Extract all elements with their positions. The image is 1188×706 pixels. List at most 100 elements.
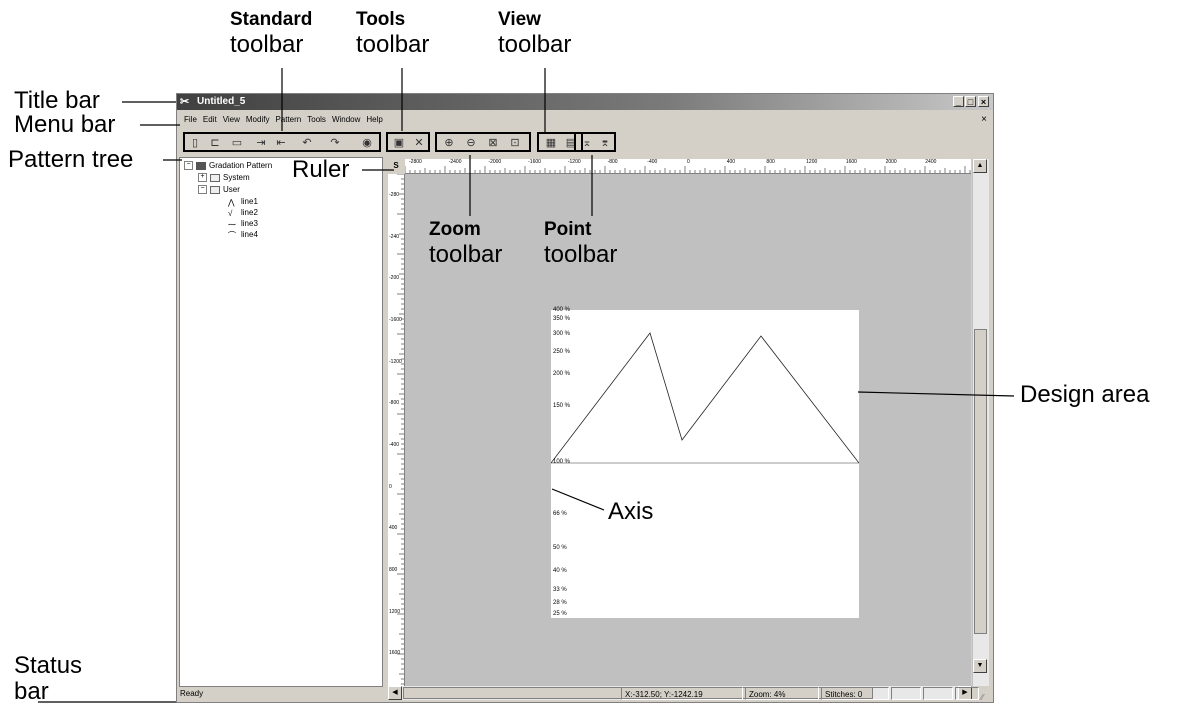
folder-icon <box>210 173 220 182</box>
delete-point-icon[interactable]: ⌆ <box>597 136 613 150</box>
line-shape-icon: √ <box>228 208 233 218</box>
callout-bold: Point <box>544 219 592 240</box>
callout-sub: toolbar <box>356 31 430 58</box>
view-toolbar-callout: View toolbar <box>498 8 571 58</box>
menu-edit[interactable]: Edit <box>200 111 220 129</box>
new-icon[interactable]: ▯ <box>187 136 203 150</box>
ruler-callout: Ruler <box>292 156 350 183</box>
app-window: ✂ Untitled_5 _ □ × File Edit View Modify Pat… <box>176 93 994 703</box>
menu-window[interactable]: Window <box>329 111 363 129</box>
axis-percent-label: 200 % <box>553 371 571 377</box>
scroll-up-icon[interactable]: ▲ <box>973 159 987 173</box>
zoom-page-icon[interactable]: ⊡ <box>507 136 523 150</box>
callout-bold: View <box>498 9 541 30</box>
axis-percent-label: 300 % <box>553 331 571 337</box>
tree-node-user[interactable]: − User <box>198 185 240 195</box>
axis-percent-label: 40 % <box>553 568 567 574</box>
tree-node-line1[interactable]: ⋀ line1 <box>228 197 258 207</box>
minimize-button[interactable]: _ <box>953 96 964 107</box>
pattern-icon <box>196 161 206 170</box>
export-icon[interactable]: ⇤ <box>273 136 289 150</box>
axis-callout: Axis <box>608 498 654 525</box>
callout-sub: toolbar <box>498 31 572 58</box>
axis-percent-label: 400 % <box>553 307 571 313</box>
pattern-canvas[interactable]: 400 % 350 % 300 % 250 % 200 % 150 % 100 % 66 % 5… <box>551 307 859 618</box>
collapse-icon[interactable]: − <box>198 185 207 195</box>
axis-percent-label: 100 % <box>553 459 571 465</box>
axis-percent-label: 250 % <box>553 349 571 355</box>
zoom-in-icon[interactable]: ⊕ <box>441 136 457 150</box>
status-field-empty <box>891 687 921 700</box>
axis-percent-label: 150 % <box>553 403 571 409</box>
callout-bold: Tools <box>356 9 406 30</box>
menu-help[interactable]: Help <box>363 111 385 129</box>
menu-file[interactable]: File <box>181 111 200 129</box>
design-area-callout: Design area <box>1020 381 1150 408</box>
ruler-corner[interactable]: S <box>388 159 404 173</box>
title-bar: ✂ Untitled_5 _ □ × <box>177 94 993 110</box>
scroll-down-icon[interactable]: ▼ <box>973 659 987 673</box>
standard-toolbar-callout: Standard toolbar <box>230 8 312 58</box>
tree-label-system: System <box>223 173 250 182</box>
resize-grip-icon[interactable]: ⁄⁄ <box>981 690 984 706</box>
horizontal-ruler: -2800 -2400 -2000 -1600 -1200 -800 -400 0 400 800… <box>405 159 971 174</box>
maximize-button[interactable]: □ <box>965 96 976 107</box>
status-bar-callout-line2: bar <box>14 678 49 705</box>
menu-modify[interactable]: Modify <box>243 111 273 129</box>
close-button[interactable]: × <box>978 96 989 107</box>
point-toolbar: ⌅ ⌆ <box>574 132 616 152</box>
pattern-tree: − Gradation Pattern + System − User ⋀ line1 … <box>179 157 383 687</box>
tree-node-root[interactable]: − Gradation Pattern <box>184 161 272 171</box>
tools-toolbar: ▣ ✕ <box>386 132 430 152</box>
tree-node-line4[interactable]: ⌒ line4 <box>228 230 258 240</box>
line-shape-icon: ⋀ <box>228 197 235 207</box>
document-close-button[interactable]: × <box>981 115 987 125</box>
zoom-toolbar: ⊕ ⊖ ⊠ ⊡ <box>435 132 531 152</box>
folder-icon <box>210 185 220 194</box>
pattern-tree-callout: Pattern tree <box>8 146 134 173</box>
tree-label-line2: line2 <box>241 208 258 217</box>
gradation-curve[interactable] <box>551 310 859 618</box>
status-coordinates: X:-312.50; Y:-1242.19 <box>621 687 743 700</box>
add-point-icon[interactable]: ⌅ <box>579 136 595 150</box>
status-ready: Ready <box>180 689 204 698</box>
tree-label-root: Gradation Pattern <box>209 161 273 170</box>
menu-view[interactable]: View <box>220 111 243 129</box>
grid-icon[interactable]: ▦ <box>543 136 559 150</box>
status-bar-callout-line1: Status <box>14 652 83 679</box>
axis-percent-label: 33 % <box>553 587 567 593</box>
standard-toolbar: ▯ ⊏ ▭ ⇥ ⇤ ↶ ↷ ◉ <box>183 132 381 152</box>
zoom-fit-icon[interactable]: ⊠ <box>485 136 501 150</box>
callout-sub: toolbar <box>230 31 304 58</box>
ruler-ticks <box>405 166 971 173</box>
callout-sub: toolbar <box>429 241 503 268</box>
menu-pattern[interactable]: Pattern <box>272 111 304 129</box>
tools-toolbar-callout: Tools toolbar <box>356 8 429 58</box>
save-icon[interactable]: ▭ <box>229 136 245 150</box>
menu-tools[interactable]: Tools <box>304 111 329 129</box>
axis-percent-label: 25 % <box>553 611 567 617</box>
undo-icon[interactable]: ↶ <box>299 136 315 150</box>
import-icon[interactable]: ⇥ <box>253 136 269 150</box>
tree-label-line4: line4 <box>241 230 258 239</box>
callout-bold: Zoom <box>429 219 481 240</box>
select-tool-icon[interactable]: ▣ <box>391 136 407 150</box>
edit-tool-icon[interactable]: ✕ <box>411 136 427 150</box>
menu-bar-callout: Menu bar <box>14 111 116 138</box>
curve-line[interactable] <box>551 332 859 464</box>
open-icon[interactable]: ⊏ <box>207 136 223 150</box>
line-shape-icon: ⌒ <box>228 230 236 240</box>
point-toolbar-callout: Point toolbar <box>544 218 617 268</box>
tree-node-line2[interactable]: √ line2 <box>228 208 258 218</box>
status-stitches: Stitches: 0 <box>821 687 889 700</box>
vertical-scroll-thumb[interactable] <box>974 329 987 634</box>
vertical-scrollbar[interactable]: ▲ ▼ <box>972 159 989 686</box>
expand-icon[interactable]: + <box>198 173 207 183</box>
help-icon[interactable]: ◉ <box>359 136 375 150</box>
tree-node-system[interactable]: + System <box>198 173 250 183</box>
collapse-icon[interactable]: − <box>184 161 193 171</box>
tree-node-line3[interactable]: ⁓ line3 <box>228 219 258 229</box>
window-title: Untitled_5 <box>197 96 246 107</box>
redo-icon[interactable]: ↷ <box>327 136 343 150</box>
zoom-out-icon[interactable]: ⊖ <box>463 136 479 150</box>
